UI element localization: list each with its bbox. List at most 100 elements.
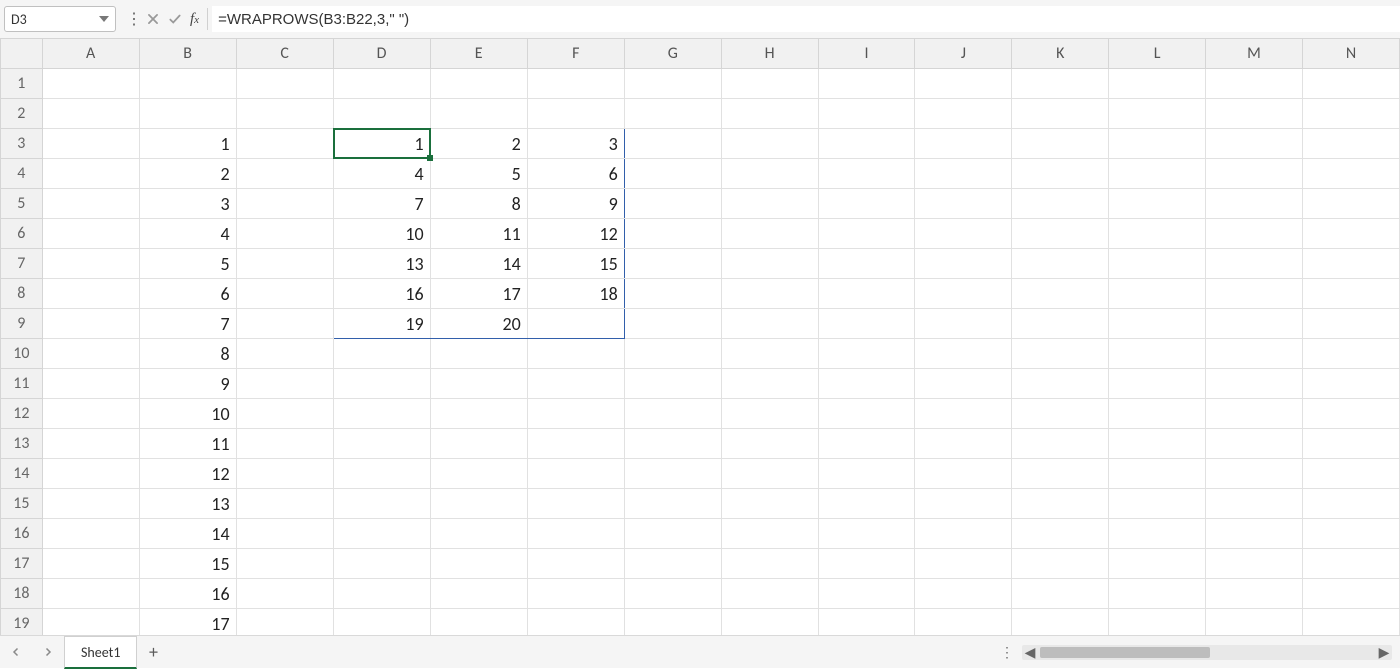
cell[interactable] <box>624 189 721 219</box>
cell[interactable] <box>624 279 721 309</box>
cell[interactable] <box>42 309 139 339</box>
cell[interactable] <box>333 429 430 459</box>
next-sheet-button[interactable] <box>32 636 64 668</box>
cell[interactable]: 10 <box>333 219 430 249</box>
cell[interactable] <box>42 219 139 249</box>
cell[interactable] <box>236 579 333 609</box>
cell[interactable] <box>1012 189 1109 219</box>
cell[interactable] <box>1012 609 1109 637</box>
cell[interactable] <box>430 609 527 637</box>
cell[interactable] <box>1109 459 1206 489</box>
cell[interactable] <box>721 189 818 219</box>
cell[interactable] <box>236 549 333 579</box>
cell[interactable]: 14 <box>139 519 236 549</box>
cell[interactable] <box>1109 189 1206 219</box>
cell[interactable] <box>236 309 333 339</box>
cell[interactable] <box>624 159 721 189</box>
cell[interactable] <box>42 369 139 399</box>
cell[interactable] <box>1109 519 1206 549</box>
row-header[interactable]: 18 <box>1 579 43 609</box>
cell[interactable] <box>1206 339 1303 369</box>
cell[interactable] <box>721 279 818 309</box>
cell[interactable] <box>1206 579 1303 609</box>
cell[interactable]: 10 <box>139 399 236 429</box>
cell[interactable] <box>1206 309 1303 339</box>
column-header[interactable]: N <box>1303 39 1400 69</box>
cell[interactable] <box>1012 369 1109 399</box>
cell[interactable]: 5 <box>139 249 236 279</box>
cell[interactable] <box>818 429 915 459</box>
cell[interactable] <box>1206 129 1303 159</box>
row-header[interactable]: 13 <box>1 429 43 459</box>
cell[interactable] <box>1206 159 1303 189</box>
cell[interactable] <box>624 309 721 339</box>
cell[interactable] <box>915 339 1012 369</box>
cell[interactable] <box>42 339 139 369</box>
horizontal-scrollbar[interactable]: ◀ ▶ <box>1022 645 1392 660</box>
column-header[interactable]: A <box>42 39 139 69</box>
cell[interactable] <box>1303 369 1400 399</box>
cell[interactable] <box>1012 519 1109 549</box>
more-icon[interactable]: ⋮ <box>126 9 142 29</box>
cancel-icon[interactable] <box>142 5 164 33</box>
cell[interactable] <box>624 99 721 129</box>
name-box[interactable]: D3 <box>4 6 116 32</box>
cell[interactable] <box>527 309 624 339</box>
cell[interactable] <box>721 459 818 489</box>
cell[interactable] <box>721 129 818 159</box>
cell[interactable] <box>236 189 333 219</box>
cell[interactable] <box>1206 399 1303 429</box>
cell[interactable] <box>42 519 139 549</box>
column-header[interactable]: C <box>236 39 333 69</box>
cell[interactable] <box>721 399 818 429</box>
row-header[interactable]: 5 <box>1 189 43 219</box>
column-header[interactable]: B <box>139 39 236 69</box>
cell[interactable] <box>236 519 333 549</box>
cell[interactable]: 4 <box>139 219 236 249</box>
cell[interactable] <box>42 609 139 637</box>
row-header[interactable]: 12 <box>1 399 43 429</box>
cell[interactable] <box>721 609 818 637</box>
row-header[interactable]: 16 <box>1 519 43 549</box>
column-header[interactable]: E <box>430 39 527 69</box>
row-header[interactable]: 7 <box>1 249 43 279</box>
cell[interactable] <box>236 399 333 429</box>
cell[interactable] <box>527 69 624 99</box>
cell[interactable]: 6 <box>527 159 624 189</box>
cell[interactable] <box>818 279 915 309</box>
cell[interactable] <box>1109 129 1206 159</box>
row-header[interactable]: 1 <box>1 69 43 99</box>
row-header[interactable]: 15 <box>1 489 43 519</box>
cell[interactable] <box>42 249 139 279</box>
cell[interactable]: 16 <box>139 579 236 609</box>
cell[interactable]: 2 <box>139 159 236 189</box>
cell[interactable]: 7 <box>333 189 430 219</box>
cell[interactable] <box>1206 459 1303 489</box>
cell[interactable]: 9 <box>139 369 236 399</box>
cell[interactable] <box>1303 99 1400 129</box>
cell[interactable] <box>1303 159 1400 189</box>
cell[interactable]: 17 <box>430 279 527 309</box>
cell[interactable] <box>527 549 624 579</box>
cell[interactable] <box>333 489 430 519</box>
cell[interactable] <box>236 339 333 369</box>
cell[interactable] <box>915 399 1012 429</box>
cell[interactable] <box>42 159 139 189</box>
cell[interactable] <box>1303 129 1400 159</box>
cell[interactable] <box>1109 279 1206 309</box>
cell[interactable] <box>1109 579 1206 609</box>
scroll-left-icon[interactable]: ◀ <box>1022 645 1038 660</box>
cell[interactable] <box>1012 219 1109 249</box>
cell[interactable] <box>1303 309 1400 339</box>
cell[interactable] <box>430 579 527 609</box>
cell[interactable] <box>42 579 139 609</box>
cell[interactable]: 14 <box>430 249 527 279</box>
cell[interactable] <box>624 69 721 99</box>
column-header[interactable]: K <box>1012 39 1109 69</box>
cell[interactable] <box>915 429 1012 459</box>
cell[interactable] <box>1206 69 1303 99</box>
prev-sheet-button[interactable] <box>0 636 32 668</box>
cell[interactable] <box>139 99 236 129</box>
cell[interactable] <box>430 69 527 99</box>
cell[interactable] <box>333 69 430 99</box>
